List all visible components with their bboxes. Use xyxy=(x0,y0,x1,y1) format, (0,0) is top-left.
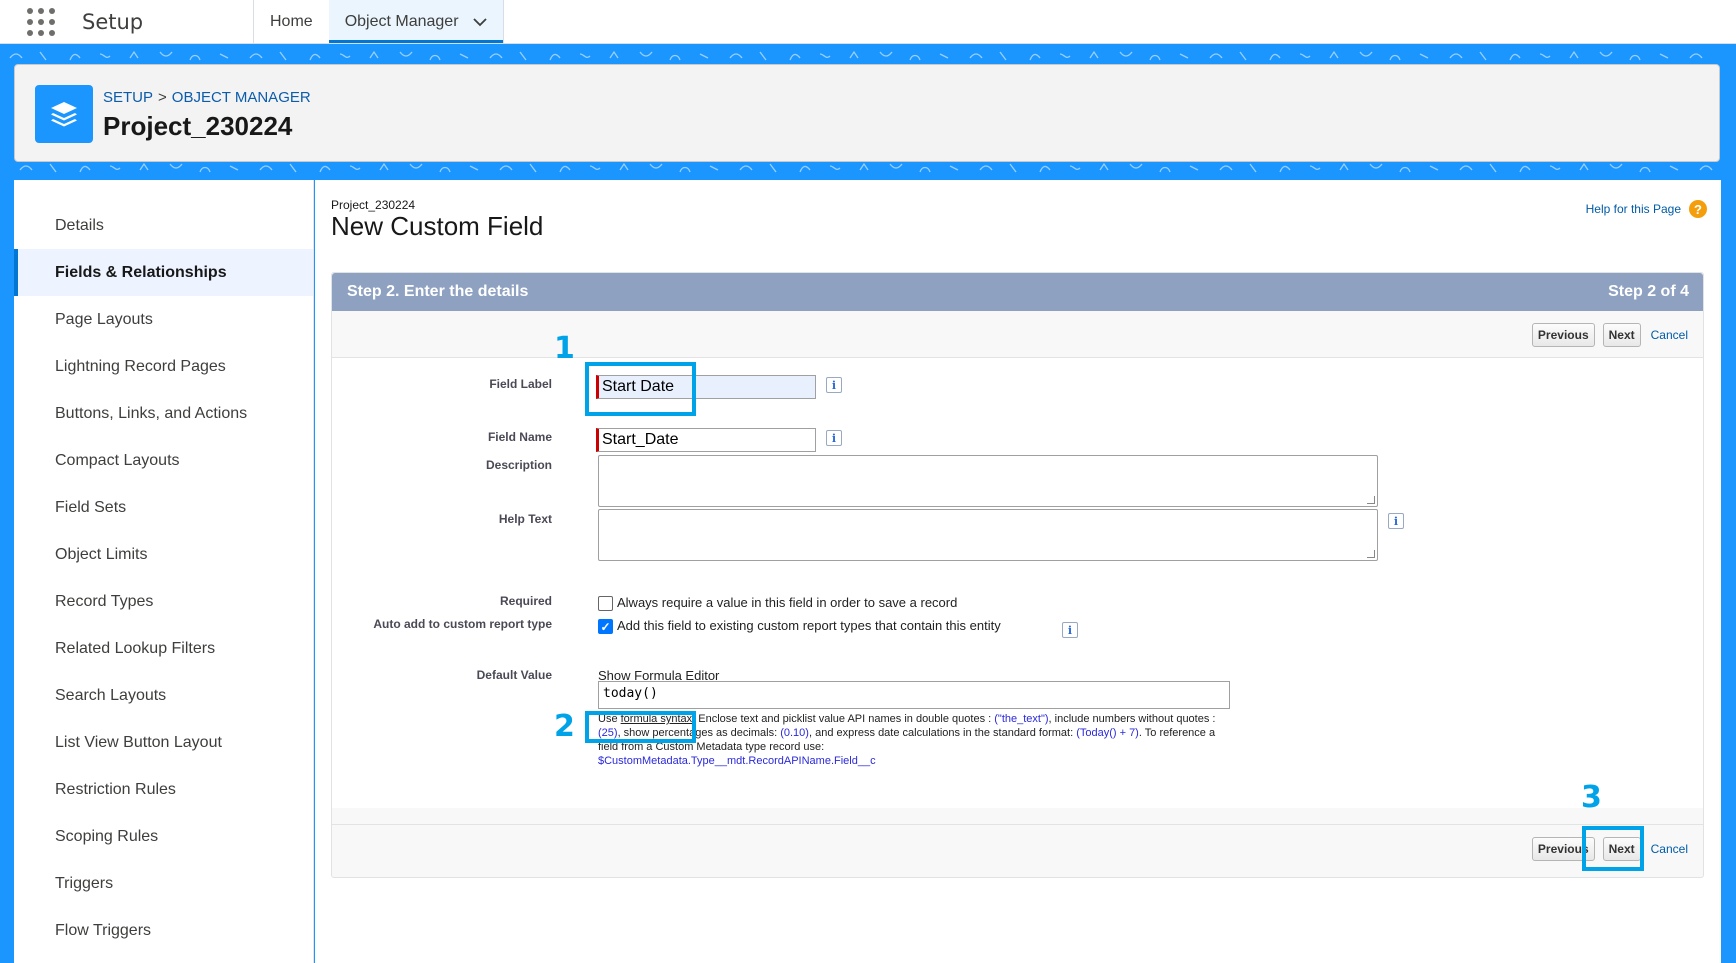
previous-button[interactable]: Previous xyxy=(1531,323,1595,347)
auto-add-label: Auto add to custom report type xyxy=(373,617,552,631)
nav-divider xyxy=(502,0,504,43)
description-textarea[interactable] xyxy=(598,455,1378,507)
step-title: Step 2. Enter the details xyxy=(347,283,529,300)
sidebar-item-field-sets[interactable]: Field Sets xyxy=(14,484,313,531)
auto-add-checkbox[interactable]: ✓ xyxy=(598,619,613,634)
sidebar-item-search-layouts[interactable]: Search Layouts xyxy=(14,672,313,719)
app-launcher-button[interactable] xyxy=(0,0,82,43)
main-content: Project_230224 New Custom Field Help for… xyxy=(315,180,1721,963)
next-button[interactable]: Next xyxy=(1602,323,1641,347)
sidebar-item-restriction-rules[interactable]: Restriction Rules xyxy=(14,766,313,813)
page-title: Project_230224 xyxy=(103,111,293,141)
sidebar-item-related-lookup-filters[interactable]: Related Lookup Filters xyxy=(14,625,313,672)
app-name: Setup xyxy=(82,9,144,34)
page-heading: New Custom Field xyxy=(331,211,544,241)
field-name-input[interactable] xyxy=(596,428,816,452)
annotation-box xyxy=(1582,826,1644,871)
tab-home[interactable]: Home xyxy=(254,0,329,43)
breadcrumb-object-manager-link[interactable]: OBJECT MANAGER xyxy=(172,89,311,106)
top-button-row: Previous Next Cancel xyxy=(1524,323,1688,347)
help-text-label: Help Text xyxy=(498,512,552,526)
annotation-number: 3 xyxy=(1581,780,1602,815)
sidebar-item-page-layouts[interactable]: Page Layouts xyxy=(14,296,313,343)
global-nav: Setup Home Object Manager xyxy=(0,0,1736,44)
hint-text: , include numbers without quotes : xyxy=(1048,713,1216,725)
help-text-textarea[interactable] xyxy=(598,509,1378,561)
step-panel: Step 2. Enter the details Step 2 of 4 Pr… xyxy=(331,272,1704,878)
breadcrumb-setup-link[interactable]: SETUP xyxy=(103,89,153,106)
sidebar-item-scoping-rules[interactable]: Scoping Rules xyxy=(14,813,313,860)
sidebar-item-lightning-record-pages[interactable]: Lightning Record Pages xyxy=(14,343,313,390)
sidebar-item-compact-layouts[interactable]: Compact Layouts xyxy=(14,437,313,484)
cancel-link[interactable]: Cancel xyxy=(1651,842,1688,856)
tab-object-manager[interactable]: Object Manager xyxy=(328,0,503,43)
required-checkbox[interactable] xyxy=(598,596,613,611)
help-question-icon[interactable]: ? xyxy=(1689,200,1707,218)
resize-grip-icon[interactable] xyxy=(1367,550,1375,558)
sidebar-item-details[interactable]: Details xyxy=(14,202,313,249)
annotation-number: 2 xyxy=(554,709,575,744)
description-label: Description xyxy=(485,458,552,472)
breadcrumb-separator: > xyxy=(158,89,167,106)
divider xyxy=(332,824,1703,825)
form-body: Field Label i Field Name i Description H… xyxy=(332,358,1703,808)
required-checkbox-text: Always require a value in this field in … xyxy=(617,595,958,610)
sidebar-item-record-types[interactable]: Record Types xyxy=(14,578,313,625)
hint-example: (Today() + 7) xyxy=(1076,727,1139,739)
object-layers-icon xyxy=(35,85,93,143)
object-sidebar: Details Fields & Relationships Page Layo… xyxy=(14,180,314,963)
chevron-down-icon[interactable] xyxy=(472,14,487,30)
cancel-link[interactable]: Cancel xyxy=(1651,328,1688,342)
sidebar-item-flow-triggers[interactable]: Flow Triggers xyxy=(14,907,313,954)
sidebar-item-buttons-links-actions[interactable]: Buttons, Links, and Actions xyxy=(14,390,313,437)
sidebar-item-triggers[interactable]: Triggers xyxy=(14,860,313,907)
help-link[interactable]: Help for this Page ? xyxy=(1586,200,1707,218)
sidebar-item-object-limits[interactable]: Object Limits xyxy=(14,531,313,578)
info-icon[interactable]: i xyxy=(1062,622,1078,638)
step-count: Step 2 of 4 xyxy=(1608,283,1689,300)
hint-example: (0.10) xyxy=(780,727,809,739)
object-name-label: Project_230224 xyxy=(331,198,416,212)
hint-text: , and express date calculations in the s… xyxy=(808,727,1074,739)
field-label-label: Field Label xyxy=(489,377,552,391)
info-icon[interactable]: i xyxy=(826,377,842,393)
annotation-box xyxy=(585,362,696,416)
info-icon[interactable]: i xyxy=(826,430,842,446)
sidebar-item-list-view-button-layout[interactable]: List View Button Layout xyxy=(14,719,313,766)
default-value-formula-input[interactable]: today() xyxy=(598,681,1230,709)
hint-example: ("the_text") xyxy=(994,713,1049,725)
required-label: Required xyxy=(499,594,552,608)
help-link-text[interactable]: Help for this Page xyxy=(1586,202,1681,216)
annotation-number: 1 xyxy=(554,331,575,366)
hint-text: Enclose text and picklist value API name… xyxy=(698,713,992,725)
object-header: SETUP > OBJECT MANAGER Project_230224 xyxy=(14,64,1720,162)
app-launcher-icon xyxy=(27,7,55,36)
info-icon[interactable]: i xyxy=(1388,513,1404,529)
breadcrumb: SETUP > OBJECT MANAGER xyxy=(103,89,311,106)
annotation-box xyxy=(585,711,696,743)
default-value-label: Default Value xyxy=(476,668,552,682)
sidebar-item-fields-relationships[interactable]: Fields & Relationships xyxy=(14,249,313,296)
tab-object-manager-label: Object Manager xyxy=(344,12,459,30)
field-name-label: Field Name xyxy=(487,430,552,444)
resize-grip-icon[interactable] xyxy=(1367,496,1375,504)
step-header: Step 2. Enter the details Step 2 of 4 xyxy=(332,273,1703,311)
hint-example: $CustomMetadata.Type__mdt.RecordAPIName.… xyxy=(598,755,876,767)
auto-add-checkbox-text: Add this field to existing custom report… xyxy=(617,618,1001,633)
